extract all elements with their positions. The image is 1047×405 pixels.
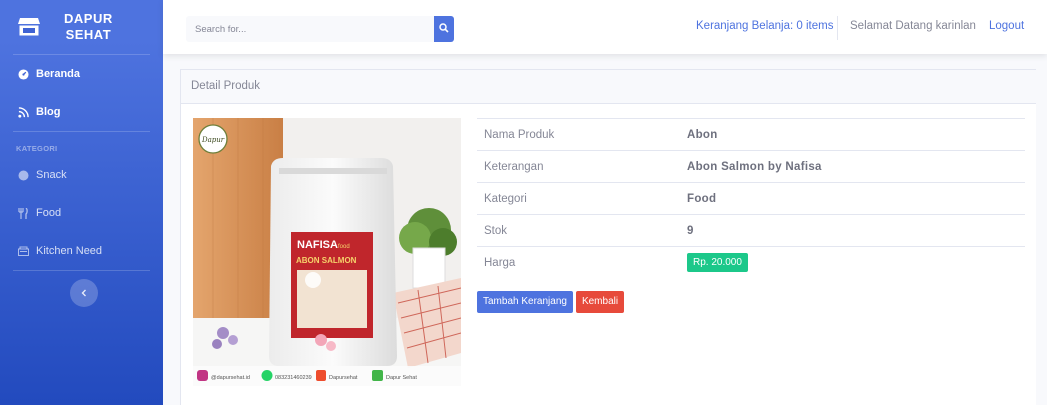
package-brand: NAFISA: [297, 239, 338, 251]
sidebar-toggle-button[interactable]: [70, 279, 98, 307]
sidebar-item-label: Kitchen Need: [36, 245, 103, 257]
table-row: Stok 9: [477, 214, 1025, 246]
row-label: Kategori: [484, 192, 527, 205]
product-image: NAFISA food ABON SALMON Dapur @dapurseha…: [193, 118, 461, 386]
footer-instagram: @dapursehat.id: [211, 375, 250, 381]
cart-link[interactable]: Keranjang Belanja: 0 items: [696, 20, 833, 32]
sidebar-item-beranda[interactable]: Beranda: [0, 55, 163, 93]
search-button[interactable]: [434, 16, 454, 42]
utensils-icon: [16, 207, 30, 219]
row-value: Food: [687, 192, 717, 205]
footer-whatsapp: 083231460239: [275, 375, 312, 381]
sidebar-heading: KATEGORI: [16, 144, 58, 153]
action-buttons: Tambah Keranjang Kembali: [477, 291, 625, 313]
sidebar-divider: [13, 270, 150, 271]
back-button[interactable]: Kembali: [575, 291, 625, 313]
blog-icon: [16, 106, 30, 118]
package-product: ABON SALMON: [296, 256, 357, 265]
sidebar-item-blog[interactable]: Blog: [0, 93, 163, 131]
search-icon: [439, 20, 449, 38]
sidebar-item-label: Snack: [36, 169, 67, 181]
tachometer-icon: [16, 68, 30, 80]
search-form: [186, 16, 454, 42]
brand-name: DAPUR SEHAT: [64, 11, 113, 42]
chevron-left-icon: [80, 286, 88, 300]
topbar-divider: [837, 16, 838, 40]
brand-link[interactable]: DAPUR SEHAT: [0, 0, 163, 54]
product-detail-card: Detail Produk NAFISA food ABON SALMON Da…: [180, 69, 1036, 405]
row-label: Keterangan: [484, 160, 544, 173]
footer-tokopedia: Dapur Sehat: [386, 375, 417, 381]
search-input[interactable]: [186, 16, 434, 42]
row-label: Harga: [484, 256, 516, 269]
table-row: Nama Produk Abon: [477, 118, 1025, 150]
table-row: Kategori Food: [477, 182, 1025, 214]
welcome-text: Selamat Datang karinlan: [850, 20, 976, 32]
row-label: Stok: [484, 224, 508, 237]
svg-text:Dapur: Dapur: [201, 136, 225, 144]
circle-icon: [16, 170, 30, 181]
card-title: Detail Produk: [181, 70, 1036, 104]
topbar: Keranjang Belanja: 0 items Selamat Datan…: [163, 0, 1047, 54]
blender-icon: [16, 246, 30, 256]
product-detail-table: Nama Produk Abon Keterangan Abon Salmon …: [477, 118, 1025, 278]
sidebar-item-snack[interactable]: Snack: [0, 156, 163, 194]
logout-link[interactable]: Logout: [989, 20, 1024, 32]
row-label: Nama Produk: [484, 128, 555, 141]
sidebar-item-kitchen-need[interactable]: Kitchen Need: [0, 232, 163, 270]
sidebar-item-label: Food: [36, 207, 62, 219]
price-badge: Rp. 20.000: [687, 253, 748, 272]
table-row: Harga Rp. 20.000: [477, 246, 1025, 278]
row-value: Abon: [687, 128, 718, 141]
table-row: Keterangan Abon Salmon by Nafisa: [477, 150, 1025, 182]
sidebar-item-label: Beranda: [36, 68, 81, 80]
row-value: Abon Salmon by Nafisa: [687, 160, 822, 173]
sidebar-item-food[interactable]: Food: [0, 194, 163, 232]
package-brand-suffix: food: [338, 244, 350, 250]
add-to-cart-button[interactable]: Tambah Keranjang: [477, 291, 573, 313]
store-icon: [16, 16, 42, 38]
sidebar: DAPUR SEHAT Beranda Blog KATEGORI Snack …: [0, 0, 163, 405]
row-value: 9: [687, 224, 694, 237]
footer-shopee: Dapursehat: [329, 375, 358, 381]
sidebar-item-label: Blog: [36, 106, 61, 118]
